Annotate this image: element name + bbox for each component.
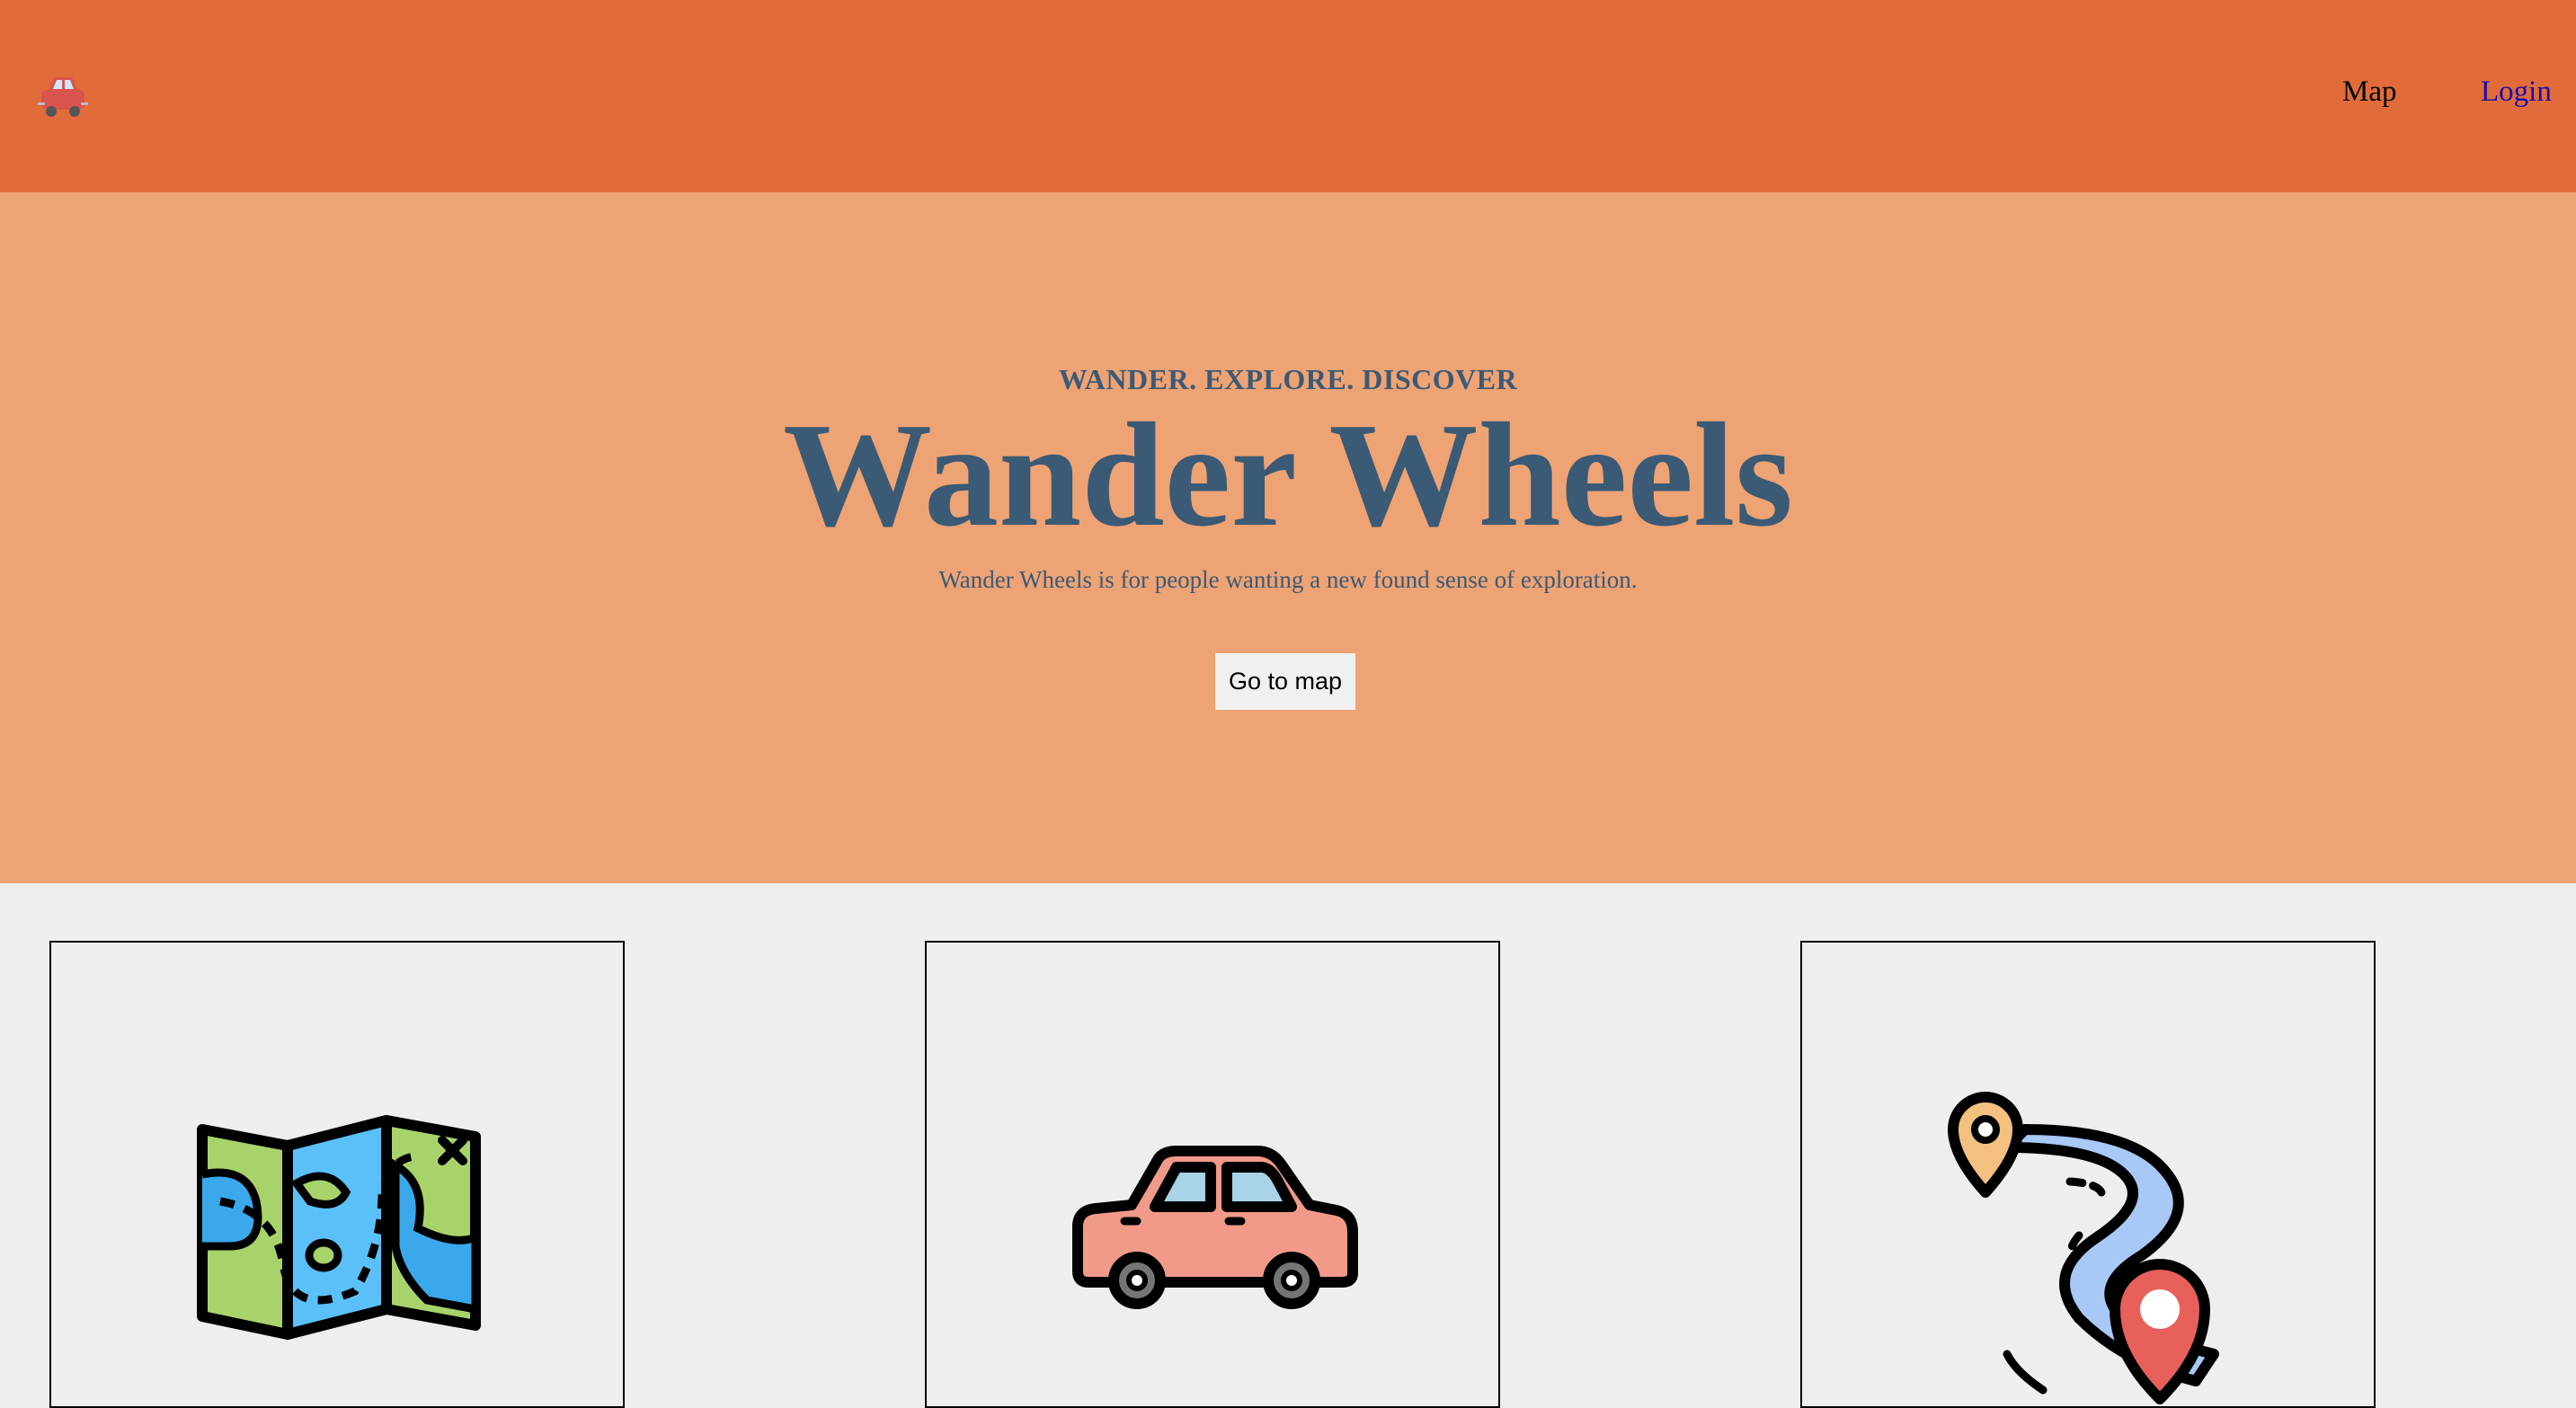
hero-section: WANDER. EXPLORE. DISCOVER Wander Wheels …: [0, 192, 2576, 883]
car-icon[interactable]: [36, 66, 90, 122]
hero-subtitle: Wander Wheels is for people wanting a ne…: [938, 566, 1638, 593]
feature-card-map: [49, 941, 625, 1408]
car-icon: [1072, 1146, 1358, 1309]
go-to-map-button[interactable]: Go to map: [1215, 653, 1355, 710]
nav-link-login[interactable]: Login: [2481, 74, 2552, 110]
route-pins-icon: [1948, 1092, 2219, 1404]
feature-card-car: [925, 941, 1500, 1408]
nav-link-map[interactable]: Map: [2342, 74, 2397, 110]
hero-title: Wander Wheels: [783, 392, 1793, 557]
folded-map-icon: [197, 1115, 481, 1340]
site-header: Map Login: [0, 0, 2576, 192]
feature-card-route: [1800, 941, 2376, 1408]
